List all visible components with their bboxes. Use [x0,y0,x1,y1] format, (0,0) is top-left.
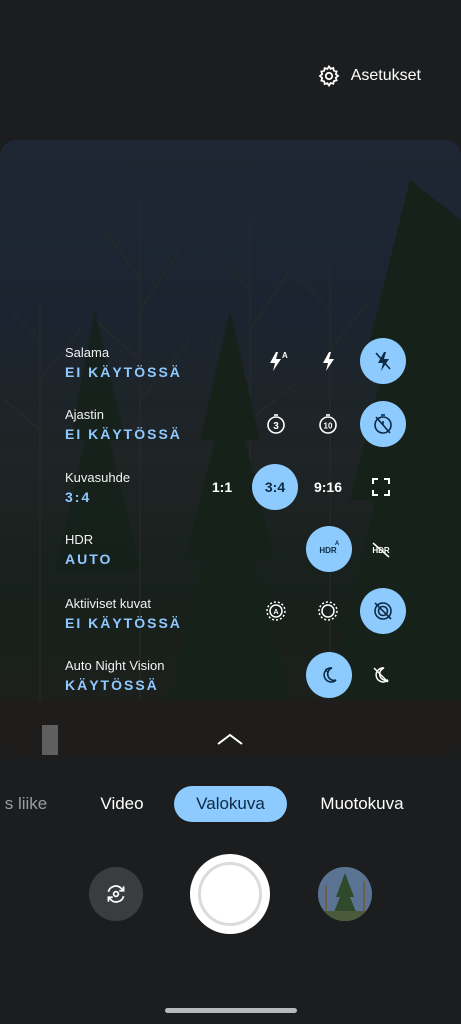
flash-on-icon [323,352,334,371]
active-photos-on-option[interactable] [305,588,351,634]
moon-off-icon [373,667,389,683]
hdr-off-icon: HDR [372,542,390,558]
aspect-9-16-option[interactable]: 9:16 [305,464,351,510]
svg-text:A: A [282,351,288,360]
hdr-value: AUTO [65,551,113,567]
switch-camera-icon [107,885,125,903]
active-photos-off-option[interactable] [360,588,406,634]
timer-3-icon: 3 [267,414,285,434]
flash-row: Salama EI KÄYTÖSSÄ A [0,338,461,393]
settings-button[interactable]: Asetukset [317,64,421,88]
aspect-ratio-row: Kuvasuhde 3:4 1:1 3:4 9:16 [0,464,461,518]
svg-text:HDR: HDR [319,546,337,555]
flash-label: Salama [65,345,110,360]
timer-row: Ajastin EI KÄYTÖSSÄ 3 10 [0,401,461,455]
night-vision-value: KÄYTÖSSÄ [65,677,159,693]
svg-text:A: A [273,609,278,616]
motion-auto-icon: A [266,601,286,621]
timer-10-icon: 10 [319,414,337,434]
hdr-auto-option[interactable]: HDR A [306,526,352,572]
shutter-inner-ring [198,862,262,926]
aspect-ratio-value: 3:4 [65,489,92,505]
aspect-3-4-option[interactable]: 3:4 [252,464,298,510]
flash-value: EI KÄYTÖSSÄ [65,364,182,380]
active-photos-label: Aktiiviset kuvat [65,596,151,611]
aspect-full-option[interactable] [358,464,404,510]
motion-off-icon [374,602,392,620]
mode-video[interactable]: Video [92,786,152,822]
fullscreen-icon [372,478,390,496]
timer-off-icon [374,414,392,434]
svg-text:10: 10 [324,422,333,431]
timer-off-option[interactable] [360,401,406,447]
collapse-chevron-icon[interactable] [215,731,245,747]
active-photos-value: EI KÄYTÖSSÄ [65,615,182,631]
hdr-label: HDR [65,532,94,547]
svg-text:A: A [335,541,340,547]
motion-on-icon [318,601,338,621]
night-vision-off-option[interactable] [358,652,404,698]
flash-on-option[interactable] [305,338,351,384]
flash-auto-icon: A [270,351,288,371]
gear-icon [318,64,340,88]
night-vision-auto-option[interactable]: A [306,652,352,698]
aspect-9-16-label: 9:16 [313,479,343,495]
active-photos-auto-option[interactable]: A [253,588,299,634]
active-photos-row: Aktiiviset kuvat EI KÄYTÖSSÄ A [0,588,461,644]
aspect-3-4-label: 3:4 [264,479,286,495]
switch-camera-button[interactable] [89,867,143,921]
aspect-1-1-option[interactable]: 1:1 [199,464,245,510]
moon-auto-icon: A [323,667,337,683]
flash-off-option[interactable] [360,338,406,384]
mode-photo[interactable]: Valokuva [174,786,287,822]
aspect-1-1-label: 1:1 [211,479,233,495]
aspect-ratio-label: Kuvasuhde [65,470,131,485]
timer-10s-option[interactable]: 10 [305,401,351,447]
flash-auto-option[interactable]: A [255,338,301,384]
hdr-auto-icon: HDRA [319,541,340,555]
svg-text:A: A [324,669,329,675]
gallery-thumbnail[interactable] [318,867,372,921]
svg-text:3: 3 [273,421,279,432]
mode-slow-motion[interactable]: s liike [0,786,52,822]
timer-label: Ajastin [65,407,105,422]
mode-selector: s liike Video Valokuva Muotokuva [0,786,461,824]
night-vision-label: Auto Night Vision [65,658,165,673]
timer-value: EI KÄYTÖSSÄ [65,426,182,442]
home-indicator[interactable] [165,1008,297,1013]
mode-portrait[interactable]: Muotokuva [310,786,414,822]
settings-label: Asetukset [350,67,421,84]
hdr-off-option[interactable]: HDR [358,526,404,572]
hdr-row: HDR AUTO HDRA HDR [0,526,461,580]
flash-off-icon [375,352,391,371]
shutter-button[interactable] [190,854,270,934]
timer-3s-option[interactable]: 3 [253,401,299,447]
gallery-thumbnail-image [318,867,372,921]
night-vision-row: Auto Night Vision KÄYTÖSSÄ A [0,652,461,706]
